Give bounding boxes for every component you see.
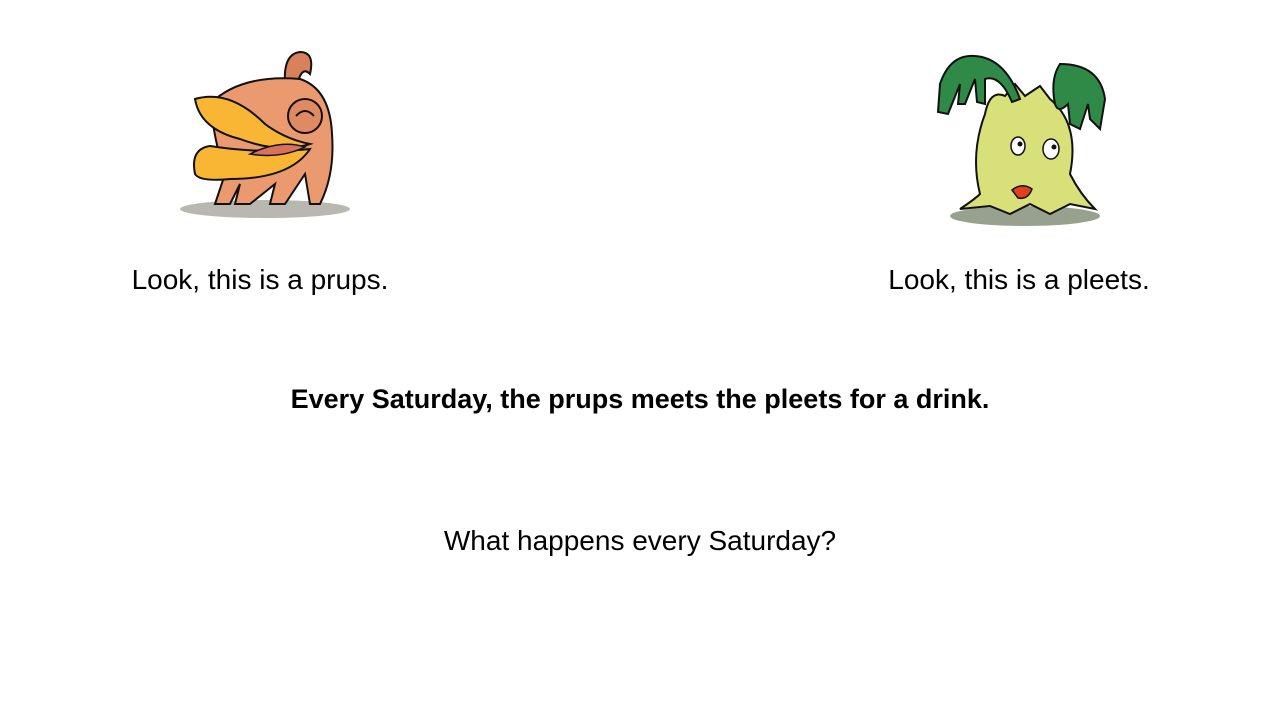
prups-caption: Look, this is a prups. bbox=[131, 264, 389, 295]
pleets-illustration bbox=[936, 54, 1107, 226]
question: What happens every Saturday? bbox=[443, 525, 837, 556]
pleets-caption: Look, this is a pleets. bbox=[888, 264, 1150, 295]
prups-illustration bbox=[180, 50, 350, 218]
statement: Every Saturday, the prups meets the plee… bbox=[290, 384, 990, 414]
